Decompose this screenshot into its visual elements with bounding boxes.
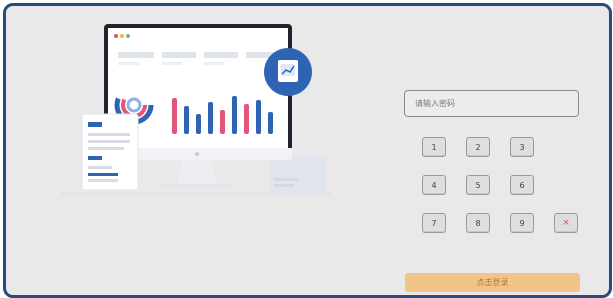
keypad-key-7[interactable]: 7 — [422, 213, 446, 233]
login-button[interactable]: 点击登录 — [405, 273, 580, 292]
monitor-stand — [178, 160, 216, 184]
keypad-key-6[interactable]: 6 — [510, 175, 534, 195]
document-card — [81, 113, 139, 191]
keypad-key-4[interactable]: 4 — [422, 175, 446, 195]
delete-key-icon[interactable]: × — [554, 213, 578, 233]
chart-badge-icon — [264, 48, 312, 96]
background-panel — [270, 156, 326, 194]
password-input[interactable]: 请输入密码 — [404, 90, 579, 117]
keypad-key-3[interactable]: 3 — [510, 137, 534, 157]
login-panel: 请输入密码 1 2 3 4 5 6 7 8 9 × 点击登录 — [3, 3, 612, 298]
keypad-key-9[interactable]: 9 — [510, 213, 534, 233]
window-dot-icon — [114, 34, 118, 38]
keypad-key-5[interactable]: 5 — [466, 175, 490, 195]
keypad-key-1[interactable]: 1 — [422, 137, 446, 157]
keypad-key-8[interactable]: 8 — [466, 213, 490, 233]
keypad-key-2[interactable]: 2 — [466, 137, 490, 157]
